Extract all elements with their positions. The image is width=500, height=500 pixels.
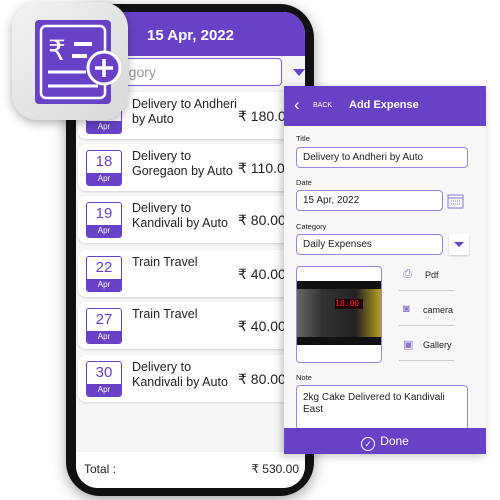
category-dropdown-button[interactable] <box>449 234 469 255</box>
expense-card[interactable]: 18 Apr Delivery to Goregaon by Auto ₹ 110.0… <box>78 144 303 191</box>
date-month: Apr <box>87 331 121 343</box>
add-expense-panel: ‹ BACK Add Expense Title Delivery to And… <box>284 86 486 454</box>
expense-card[interactable]: 19 Apr Delivery to Kandivali by Auto ₹ 80.0… <box>78 196 303 243</box>
camera-icon: ◙ <box>403 303 410 315</box>
expense-amount: ₹ 40.00 <box>238 318 286 334</box>
date-month: Apr <box>87 384 121 396</box>
attach-label: Pdf <box>425 270 439 280</box>
title-input[interactable]: Delivery to Andheri by Auto <box>296 147 468 168</box>
total-row: Total : ₹ 530.00 <box>76 452 305 488</box>
date-day: 27 <box>95 311 113 328</box>
gallery-icon: ▣ <box>403 339 414 351</box>
expense-title: Delivery to Andheri by Auto <box>132 97 237 126</box>
date-input[interactable]: 15 Apr, 2022 <box>296 190 443 211</box>
category-label: Category <box>296 222 327 231</box>
total-value: ₹ 530.00 <box>251 462 299 476</box>
total-label: Total : <box>84 462 117 476</box>
date-month: Apr <box>87 173 121 185</box>
expense-card[interactable]: 22 Apr Train Travel ₹ 40.00 <box>78 250 303 297</box>
note-label: Note <box>296 373 312 382</box>
done-label: Done <box>380 434 409 448</box>
panel-header: ‹ BACK Add Expense <box>284 86 486 126</box>
panel-title: Add Expense <box>349 99 419 111</box>
date-month: Apr <box>87 225 121 237</box>
app-icon: ₹ <box>12 2 128 120</box>
date-label: Date <box>296 178 312 187</box>
date-badge: 30 Apr <box>86 361 122 397</box>
date-day: 30 <box>95 364 113 381</box>
attach-gallery-button[interactable]: ▣ Gallery <box>399 329 454 361</box>
date-month: Apr <box>87 279 121 291</box>
date-badge: 18 Apr <box>86 150 122 186</box>
expense-title: Train Travel <box>132 307 198 321</box>
attach-pdf-button[interactable]: ⎙ Pdf <box>399 259 454 291</box>
date-badge: 22 Apr <box>86 256 122 292</box>
date-day: 18 <box>95 153 113 170</box>
date-day: 19 <box>95 205 113 222</box>
note-textarea[interactable]: 2kg Cake Delivered to Kandivali East <box>296 385 468 430</box>
expense-card[interactable]: 27 Apr Train Travel ₹ 40.00 <box>78 302 303 349</box>
back-chevron-icon[interactable]: ‹ <box>294 95 300 115</box>
expense-title: Delivery to Kandivali by Auto <box>132 360 228 389</box>
attach-label: camera <box>423 305 454 315</box>
date-badge: 27 Apr <box>86 308 122 344</box>
expense-title: Delivery to Goregaon by Auto <box>132 149 233 178</box>
rupee-receipt-add-icon: ₹ <box>35 20 122 104</box>
expense-amount: ₹ 80.00 <box>238 212 286 228</box>
attach-label: Gallery <box>423 340 452 350</box>
date-month: Apr <box>87 121 121 133</box>
dropdown-caret-icon[interactable] <box>293 69 305 76</box>
expense-title: Delivery to Kandivali by Auto <box>132 201 228 230</box>
expense-amount: ₹ 40.00 <box>238 266 286 282</box>
back-button[interactable]: BACK <box>313 102 332 109</box>
title-label: Title <box>296 134 310 143</box>
date-badge: 19 Apr <box>86 202 122 238</box>
pdf-icon: ⎙ <box>403 268 412 280</box>
calendar-icon[interactable] <box>447 192 464 209</box>
date-day: 22 <box>95 259 113 276</box>
expense-card[interactable]: 30 Apr Delivery to Kandivali by Auto ₹ 80.0… <box>78 355 303 402</box>
done-button[interactable]: ✓ Done <box>284 428 486 454</box>
category-select[interactable]: tegory <box>106 58 282 86</box>
expense-amount: ₹ 80.00 <box>238 371 286 387</box>
expense-title: Train Travel <box>132 255 198 269</box>
attach-camera-button[interactable]: ◙ camera <box>399 294 454 326</box>
receipt-photo[interactable]: 18.00 <box>296 266 382 363</box>
meter-reading: 18.00 <box>335 299 363 309</box>
check-circle-icon: ✓ <box>361 437 376 451</box>
category-input[interactable]: Daily Expenses <box>296 234 443 255</box>
svg-text:₹: ₹ <box>48 34 66 67</box>
